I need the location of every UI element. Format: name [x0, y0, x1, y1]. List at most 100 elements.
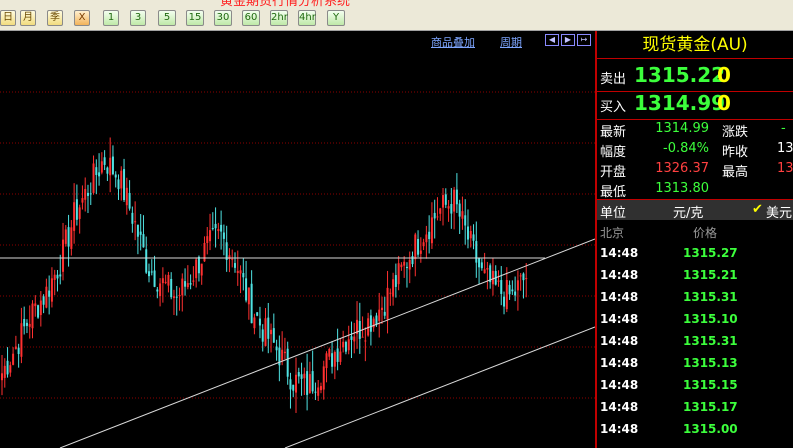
candle-body — [136, 224, 139, 237]
candle-body — [375, 315, 378, 325]
period-button-4[interactable]: X — [74, 10, 90, 26]
candle-body — [331, 353, 334, 367]
candle-body — [253, 317, 256, 329]
stat-value-change-clipped: - — [781, 121, 786, 136]
tick-price: 1315.21 — [683, 268, 738, 282]
candle-body — [364, 340, 367, 342]
candle-body — [286, 348, 289, 377]
candle-body — [159, 283, 162, 297]
tick-time: 14:48 — [600, 334, 639, 348]
candle-body — [172, 296, 175, 299]
period-button-13[interactable]: Y — [327, 10, 345, 26]
candle-body — [258, 318, 261, 326]
candle-body — [425, 234, 428, 243]
candle-body — [86, 192, 89, 196]
candle-body — [131, 212, 134, 224]
arrow-right-icon[interactable]: ▶ — [561, 34, 575, 46]
candle-body — [37, 305, 40, 318]
period-button-11[interactable]: 2hr — [270, 10, 288, 26]
chart-header: 商品叠加 周期 ◀ ▶ ↦ — [0, 31, 596, 49]
candle-body — [220, 224, 223, 232]
candle-body — [197, 256, 200, 274]
candle-body — [20, 323, 23, 357]
candle-body — [261, 329, 264, 342]
tick-price: 1315.10 — [683, 312, 738, 326]
candle-body — [458, 203, 461, 217]
tick-time: 14:48 — [600, 378, 639, 392]
candle-body — [14, 346, 17, 349]
tick-price: 1315.13 — [683, 356, 738, 370]
channel-upper-line — [59, 238, 595, 448]
candle-body — [519, 275, 522, 277]
period-button-9[interactable]: 30 — [214, 10, 232, 26]
currency-toggle[interactable]: 美元 — [766, 202, 792, 221]
candle-body — [92, 163, 95, 193]
candle-body — [117, 179, 120, 190]
candle-body — [12, 353, 15, 365]
candle-body — [328, 349, 331, 357]
period-link[interactable]: 周期 — [500, 34, 522, 50]
period-button-5[interactable]: 1 — [103, 10, 119, 26]
period-button-7[interactable]: 5 — [158, 10, 176, 26]
candle-body — [369, 315, 372, 332]
candle-body — [233, 263, 236, 268]
candle-body — [236, 270, 239, 273]
candle-body — [267, 317, 270, 339]
commodity-overlay-link[interactable]: 商品叠加 — [431, 34, 475, 50]
candle-body — [70, 227, 73, 249]
period-button-10[interactable]: 60 — [242, 10, 260, 26]
arrow-left-icon[interactable]: ◀ — [545, 34, 559, 46]
candle-body — [1, 373, 3, 381]
candle-body — [411, 256, 414, 265]
candle-body — [455, 189, 458, 205]
period-button-3[interactable]: 季 — [47, 10, 63, 26]
candle-body — [167, 274, 170, 286]
candle-body — [358, 320, 361, 339]
candlestick-chart[interactable] — [0, 49, 595, 448]
candle-body — [439, 208, 442, 214]
candle-body — [161, 278, 164, 284]
sell-label: 卖出 — [600, 72, 627, 87]
candle-body — [408, 259, 411, 270]
candle-body — [111, 156, 114, 175]
period-button-8[interactable]: 15 — [186, 10, 204, 26]
candle-body — [347, 339, 350, 351]
period-button-12[interactable]: 4hr — [298, 10, 316, 26]
period-button-2[interactable]: 月 — [20, 10, 36, 26]
stat-value-prev-close: 13 — [777, 141, 793, 156]
candle-body — [272, 328, 275, 343]
tick-price: 1315.27 — [683, 246, 738, 260]
candle-body — [48, 290, 51, 297]
candle-body — [505, 279, 508, 310]
tick-row: 14:48 1315.27 — [597, 243, 793, 265]
candle-body — [336, 348, 339, 362]
candle-body — [514, 291, 517, 296]
tick-price: 1315.15 — [683, 378, 738, 392]
ticks-time-header: 北京 — [600, 226, 625, 240]
candle-body — [184, 281, 187, 287]
candle-body — [483, 269, 486, 274]
tick-time: 14:48 — [600, 356, 639, 370]
period-button-1[interactable]: 日 — [0, 10, 16, 26]
exit-icon[interactable]: ↦ — [577, 34, 591, 46]
candle-body — [67, 227, 70, 247]
candle-body — [3, 365, 6, 378]
buy-volume: 0 — [717, 91, 731, 115]
checkmark-icon[interactable]: ✔ — [752, 202, 763, 217]
candle-body — [508, 284, 511, 295]
candle-body — [239, 270, 242, 274]
candle-body — [422, 242, 425, 247]
candle-body — [344, 341, 347, 352]
period-button-6[interactable]: 3 — [130, 10, 146, 26]
candle-body — [522, 273, 525, 281]
buy-price: 1314.99 — [634, 91, 726, 115]
candle-body — [464, 215, 467, 226]
buy-row: 买入 1314.99 0 — [597, 87, 793, 120]
candle-body — [31, 303, 34, 329]
tick-time: 14:48 — [600, 268, 639, 282]
candle-body — [28, 323, 31, 327]
candle-body — [450, 204, 453, 214]
candle-body — [311, 371, 314, 392]
candle-body — [453, 189, 456, 212]
candle-body — [353, 336, 356, 342]
